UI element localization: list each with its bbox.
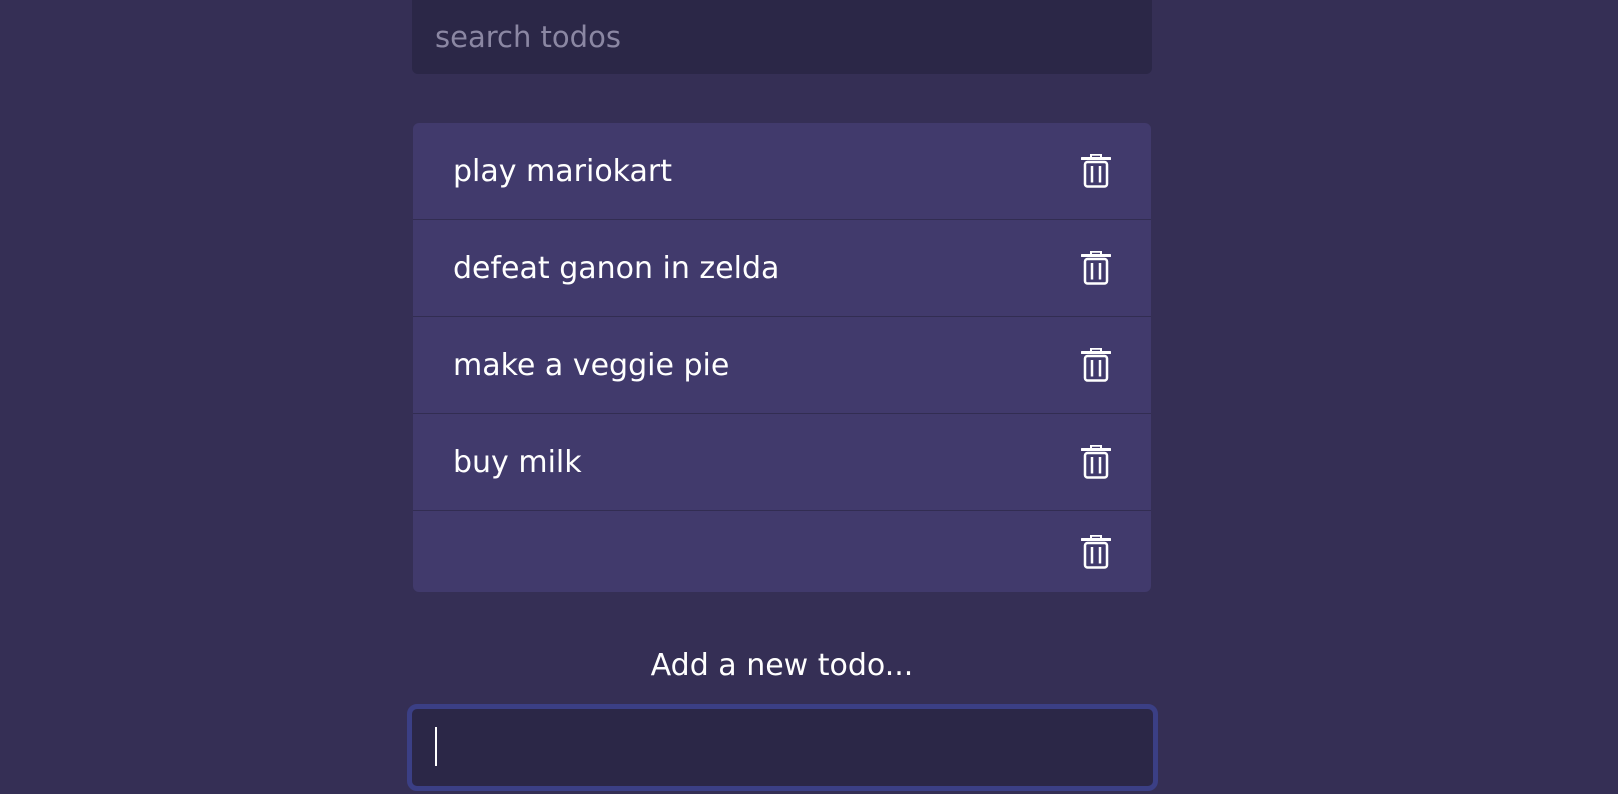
todo-app: play mariokart defeat ganon in zelda	[0, 0, 1618, 794]
todo-item: play mariokart	[413, 123, 1151, 220]
text-cursor	[435, 727, 437, 766]
todo-text: defeat ganon in zelda	[453, 250, 780, 286]
trash-icon[interactable]	[1081, 534, 1111, 569]
trash-icon[interactable]	[1081, 154, 1111, 188]
delete-button[interactable]	[1081, 251, 1111, 285]
trash-icon[interactable]	[1081, 445, 1111, 479]
todo-item: make a veggie pie	[413, 317, 1151, 414]
add-todo-input[interactable]	[407, 704, 1158, 791]
delete-button[interactable]	[1081, 154, 1111, 188]
search-input[interactable]	[412, 0, 1152, 74]
delete-button[interactable]	[1081, 534, 1111, 569]
delete-button[interactable]	[1081, 445, 1111, 479]
todo-text: play mariokart	[453, 153, 673, 189]
todo-item: buy milk	[413, 414, 1151, 511]
todo-item	[413, 511, 1151, 592]
todo-list: play mariokart defeat ganon in zelda mak…	[413, 123, 1151, 592]
delete-button[interactable]	[1081, 348, 1111, 382]
todo-item: defeat ganon in zelda	[413, 220, 1151, 317]
trash-icon[interactable]	[1081, 348, 1111, 382]
add-todo-label: Add a new todo...	[650, 648, 914, 683]
todo-text: make a veggie pie	[453, 347, 730, 383]
todo-text: buy milk	[453, 444, 582, 480]
trash-icon[interactable]	[1081, 251, 1111, 285]
